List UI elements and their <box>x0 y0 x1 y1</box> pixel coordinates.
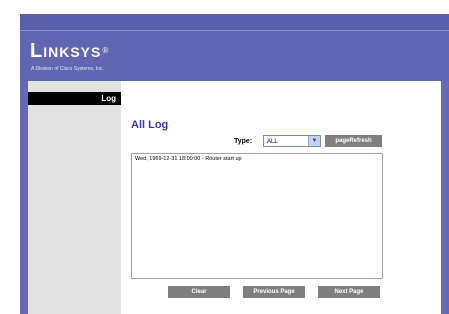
log-line: Wed, 1969-12-31 18:00:00 - Router start … <box>135 156 242 162</box>
content-wrap: Log All Log Type: ALL ▼ pageRefresh Wed,… <box>28 81 441 314</box>
main-panel: All Log Type: ALL ▼ pageRefresh Wed, 196… <box>121 81 441 314</box>
linksys-logo: LINKSYS® <box>30 41 109 62</box>
previous-page-button[interactable]: Previous Page <box>243 286 305 298</box>
type-label: Type: <box>234 138 253 145</box>
logo-tagline: A Division of Cisco Systems, Inc. <box>31 66 104 72</box>
type-select-value: ALL <box>267 139 278 145</box>
top-strip <box>20 14 449 31</box>
page-refresh-button[interactable]: pageRefresh <box>325 135 382 147</box>
log-textarea[interactable]: Wed, 1969-12-31 18:00:00 - Router start … <box>131 153 383 279</box>
router-admin-frame: LINKSYS® A Division of Cisco Systems, In… <box>20 14 449 314</box>
type-select[interactable]: ALL ▼ <box>263 135 321 147</box>
sidebar: Log <box>28 81 121 314</box>
chevron-down-icon[interactable]: ▼ <box>308 136 320 146</box>
next-page-button[interactable]: Next Page <box>318 286 380 298</box>
logo-main: L <box>30 40 44 62</box>
logo-reg: ® <box>102 46 110 55</box>
clear-button[interactable]: Clear <box>168 286 230 298</box>
sidebar-item-log[interactable]: Log <box>28 92 121 105</box>
page-title: All Log <box>131 119 169 131</box>
logo-rest: INKSYS <box>43 44 102 60</box>
